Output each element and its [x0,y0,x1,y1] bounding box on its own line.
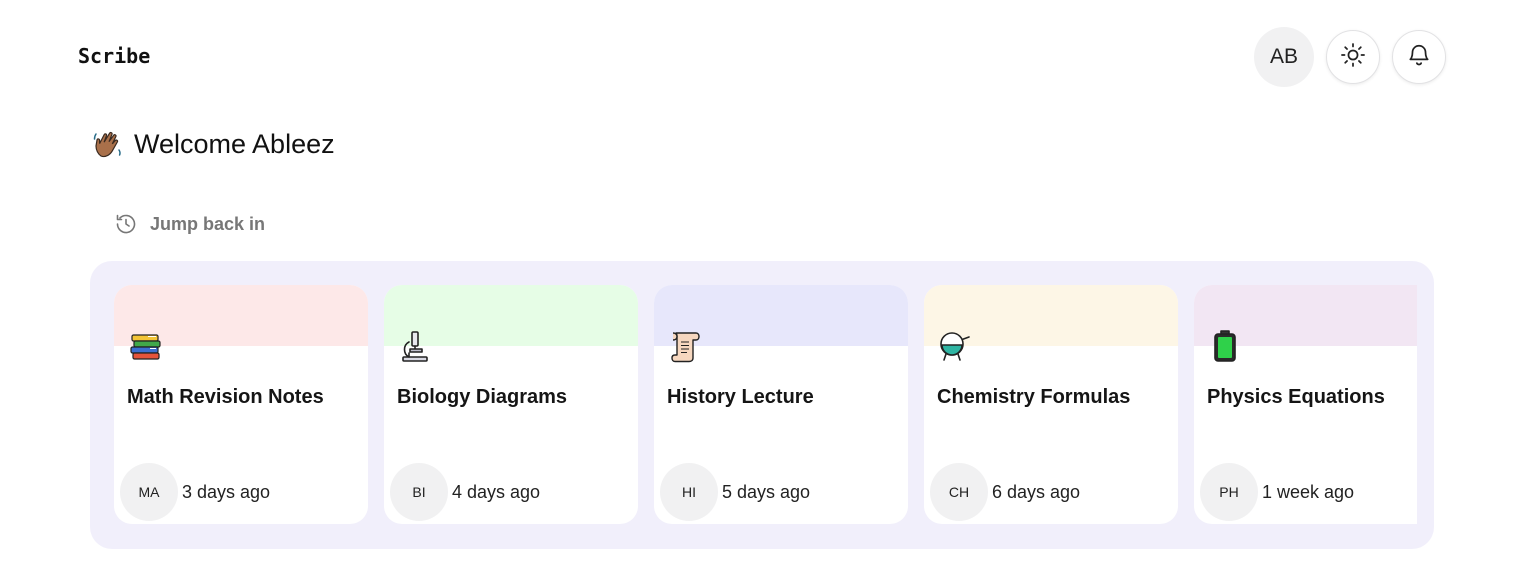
card-footer: BI 4 days ago [390,463,540,521]
theme-toggle-button[interactable] [1326,30,1380,84]
header-actions: AB [1254,27,1446,87]
battery-icon [1208,329,1242,363]
microscope-icon [398,329,432,363]
card-footer: HI 5 days ago [660,463,810,521]
welcome-heading: Welcome Ableez [92,128,335,160]
note-card-biology[interactable]: Biology Diagrams BI 4 days ago [384,285,638,524]
recent-notes-panel: Math Revision Notes MA 3 days ago Biolog… [90,261,1434,549]
note-title: Biology Diagrams [397,386,568,408]
last-edited: 4 days ago [452,481,541,502]
note-card-physics[interactable]: Physics Equations PH 1 week ago [1194,285,1417,524]
last-edited: 6 days ago [992,481,1081,502]
books-icon [128,329,162,363]
card-footer: PH 1 week ago [1200,463,1354,521]
recent-notes-track[interactable]: Math Revision Notes MA 3 days ago Biolog… [114,285,1417,525]
last-edited: 3 days ago [182,481,271,502]
author-avatar: PH [1200,463,1258,521]
notifications-button[interactable] [1392,30,1446,84]
user-avatar-button[interactable]: AB [1254,27,1314,87]
note-title: History Lecture [667,386,814,408]
card-footer: CH 6 days ago [930,463,1080,521]
last-edited: 5 days ago [722,481,811,502]
jump-back-in-label: Jump back in [114,212,265,236]
section-title: Jump back in [150,213,266,234]
note-card-chemistry[interactable]: Chemistry Formulas CH 6 days ago [924,285,1178,524]
note-title: Math Revision Notes [127,386,324,408]
bell-icon [1406,42,1432,73]
note-card-history[interactable]: History Lecture HI 5 days ago [654,285,908,524]
author-avatar: HI [660,463,718,521]
author-avatar: CH [930,463,988,521]
author-avatar: BI [390,463,448,521]
history-icon [114,212,138,236]
note-card-math[interactable]: Math Revision Notes MA 3 days ago [114,285,368,524]
note-title: Physics Equations [1207,386,1385,408]
sun-icon [1340,42,1366,73]
note-title: Chemistry Formulas [937,386,1131,408]
waving-hand-icon [92,128,124,160]
author-avatar: MA [120,463,178,521]
app-brand[interactable]: Scribe [78,44,150,68]
card-footer: MA 3 days ago [120,463,270,521]
last-edited: 1 week ago [1262,481,1355,502]
flask-icon [938,329,972,363]
scroll-icon [668,329,702,363]
welcome-text: Welcome Ableez [134,128,335,159]
